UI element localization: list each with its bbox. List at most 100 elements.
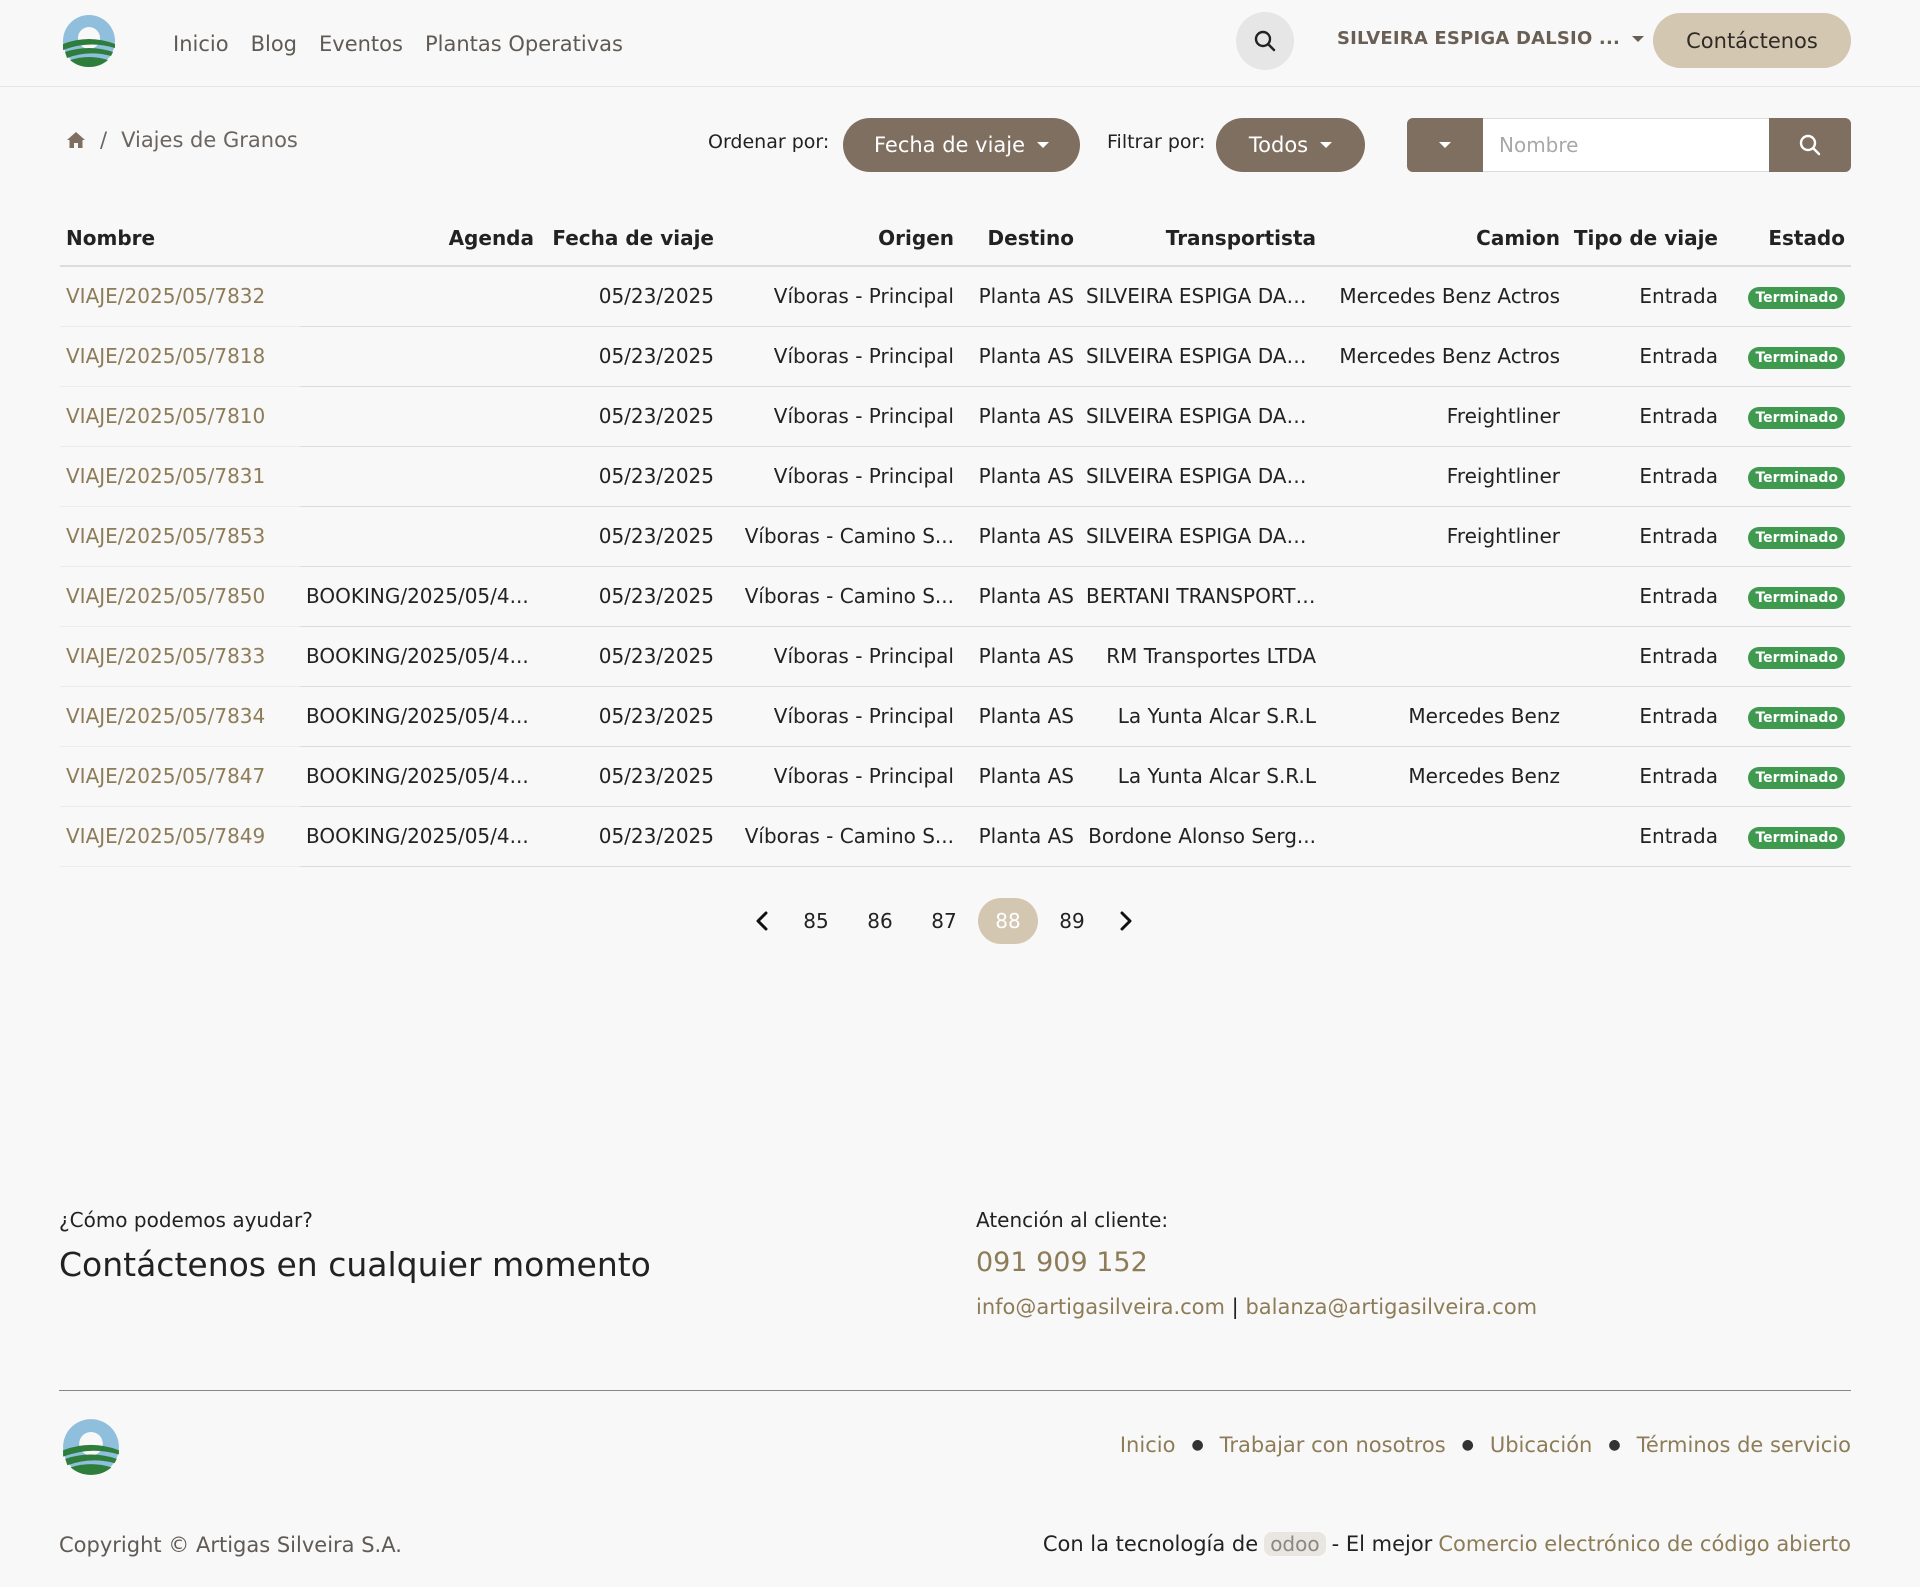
odoo-logo[interactable]: odoo (1264, 1532, 1326, 1556)
destination-cell: Planta AS (960, 686, 1080, 747)
destination-cell-text: Planta AS (978, 464, 1074, 488)
destination-cell: Planta AS (960, 326, 1080, 387)
trip-type-cell: Entrada (1566, 806, 1724, 867)
prev-page-button[interactable] (740, 898, 784, 944)
origin-cell: Víboras - Camino S... (720, 566, 960, 627)
filter-value: Todos (1248, 133, 1309, 157)
footer-link-inicio[interactable]: Inicio (1120, 1433, 1176, 1457)
table-row: VIAJE/2025/05/7810 05/23/2025 Víboras - Pr… (60, 386, 1851, 447)
powered-prefix: Con la tecnología de (1042, 1532, 1259, 1556)
sort-dropdown[interactable]: Fecha de viaje (843, 118, 1080, 172)
email-separator: | (1231, 1295, 1239, 1319)
nav-inicio[interactable]: Inicio (173, 32, 229, 56)
powered-link[interactable]: Comercio electrónico de código abierto (1438, 1532, 1851, 1556)
email-balanza-link[interactable]: balanza@artigasilveira.com (1245, 1295, 1537, 1319)
trip-name-link-text[interactable]: VIAJE/2025/05/7810 (66, 404, 265, 428)
date-cell-text: 05/23/2025 (598, 404, 714, 428)
trip-name-link-text[interactable]: VIAJE/2025/05/7853 (66, 524, 265, 548)
trip-type-cell: Entrada (1566, 746, 1724, 807)
trip-name-link-text[interactable]: VIAJE/2025/05/7831 (66, 464, 265, 488)
page-85[interactable]: 85 (784, 898, 848, 944)
user-menu[interactable]: SILVEIRA ESPIGA DALSIO ... (1337, 28, 1645, 49)
search-input[interactable] (1483, 118, 1769, 172)
agenda-cell: BOOKING/2025/05/4... (300, 746, 540, 807)
trip-name-link[interactable]: VIAJE/2025/05/7832 (60, 266, 300, 327)
origin-cell-text: Víboras - Camino S... (744, 584, 954, 608)
agenda-cell-text: BOOKING/2025/05/4... (306, 584, 529, 608)
bullet-separator: ● (1191, 1437, 1204, 1453)
trip-name-link-text[interactable]: VIAJE/2025/05/7818 (66, 344, 265, 368)
powered-middle: - El mejor (1331, 1532, 1433, 1556)
date-cell: 05/23/2025 (540, 566, 720, 627)
col-header-transportista: Transportista (1080, 210, 1322, 267)
destination-cell: Planta AS (960, 446, 1080, 507)
trip-name-link-text[interactable]: VIAJE/2025/05/7834 (66, 704, 265, 728)
next-page-button[interactable] (1104, 898, 1148, 944)
status-cell: Terminado (1724, 386, 1851, 447)
chevron-right-icon (1120, 911, 1132, 931)
header-search-button[interactable] (1236, 12, 1294, 70)
date-cell: 05/23/2025 (540, 326, 720, 387)
home-icon[interactable] (66, 131, 86, 149)
trip-type-cell-text: Entrada (1639, 824, 1718, 848)
trip-name-link[interactable]: VIAJE/2025/05/7850 (60, 566, 300, 627)
search-field-dropdown[interactable] (1407, 118, 1483, 172)
phone-link[interactable]: 091 909 152 (976, 1247, 1148, 1278)
destination-cell: Planta AS (960, 266, 1080, 327)
search-submit-button[interactable] (1769, 118, 1851, 172)
destination-cell-text: Planta AS (978, 524, 1074, 548)
filter-dropdown[interactable]: Todos (1216, 118, 1365, 172)
agenda-cell: BOOKING/2025/05/4... (300, 806, 540, 867)
page-89[interactable]: 89 (1040, 898, 1104, 944)
truck-cell (1322, 806, 1566, 867)
destination-cell: Planta AS (960, 566, 1080, 627)
nav-blog[interactable]: Blog (251, 32, 297, 56)
footer-link-ubicacion[interactable]: Ubicación (1490, 1433, 1593, 1457)
trip-name-link-text[interactable]: VIAJE/2025/05/7849 (66, 824, 265, 848)
breadcrumb-separator: / (100, 128, 108, 152)
truck-cell-text: Mercedes Benz (1408, 764, 1560, 788)
trip-name-link-text[interactable]: VIAJE/2025/05/7850 (66, 584, 265, 608)
origin-cell-text: Víboras - Camino S... (744, 524, 954, 548)
status-badge: Terminado (1748, 467, 1845, 489)
email-info-link[interactable]: info@artigasilveira.com (976, 1295, 1225, 1319)
table-row: VIAJE/2025/05/7850 BOOKING/2025/05/4... 05… (60, 566, 1851, 627)
status-badge: Terminado (1748, 287, 1845, 310)
date-cell: 05/23/2025 (540, 446, 720, 507)
footer-link-trabajar[interactable]: Trabajar con nosotros (1220, 1433, 1446, 1457)
trip-name-link-text[interactable]: VIAJE/2025/05/7833 (66, 644, 265, 668)
trip-name-link[interactable]: VIAJE/2025/05/7833 (60, 626, 300, 687)
trip-name-link[interactable]: VIAJE/2025/05/7847 (60, 746, 300, 807)
trip-name-link[interactable]: VIAJE/2025/05/7834 (60, 686, 300, 747)
sort-value: Fecha de viaje (873, 133, 1026, 157)
footer-link-terminos[interactable]: Términos de servicio (1637, 1433, 1851, 1457)
origin-cell: Víboras - Principal (720, 446, 960, 507)
trip-name-link[interactable]: VIAJE/2025/05/7831 (60, 446, 300, 507)
trip-name-link[interactable]: VIAJE/2025/05/7853 (60, 506, 300, 567)
trip-name-link-text[interactable]: VIAJE/2025/05/7847 (66, 764, 265, 788)
page-88-current[interactable]: 88 (978, 898, 1038, 944)
nav-plantas-operativas[interactable]: Plantas Operativas (425, 32, 623, 56)
footer-logo[interactable] (62, 1418, 120, 1476)
date-cell: 05/23/2025 (540, 686, 720, 747)
destination-cell-text: Planta AS (978, 764, 1074, 788)
trip-name-link-text[interactable]: VIAJE/2025/05/7832 (66, 284, 265, 308)
page-86[interactable]: 86 (848, 898, 912, 944)
powered-by: Con la tecnología de odoo - El mejor Com… (1043, 1532, 1851, 1556)
truck-cell-text: Freightliner (1446, 464, 1560, 488)
origin-cell-text: Víboras - Camino S... (744, 824, 954, 848)
trip-name-link[interactable]: VIAJE/2025/05/7818 (60, 326, 300, 387)
company-logo[interactable] (62, 14, 116, 68)
contact-button[interactable]: Contáctenos (1653, 13, 1851, 68)
nav-eventos[interactable]: Eventos (319, 32, 403, 56)
trip-name-link[interactable]: VIAJE/2025/05/7849 (60, 806, 300, 867)
filter-label: Filtrar por: (1107, 131, 1206, 153)
main-nav: Inicio Blog Eventos Plantas Operativas (173, 0, 623, 87)
email-links: info@artigasilveira.com | balanza@artiga… (976, 1295, 1537, 1319)
col-header-nombre: Nombre (60, 210, 300, 267)
page-87[interactable]: 87 (912, 898, 976, 944)
truck-cell-text: Freightliner (1446, 524, 1560, 548)
agenda-cell (300, 386, 540, 447)
table-row: VIAJE/2025/05/7847 BOOKING/2025/05/4... 05… (60, 746, 1851, 807)
trip-name-link[interactable]: VIAJE/2025/05/7810 (60, 386, 300, 447)
